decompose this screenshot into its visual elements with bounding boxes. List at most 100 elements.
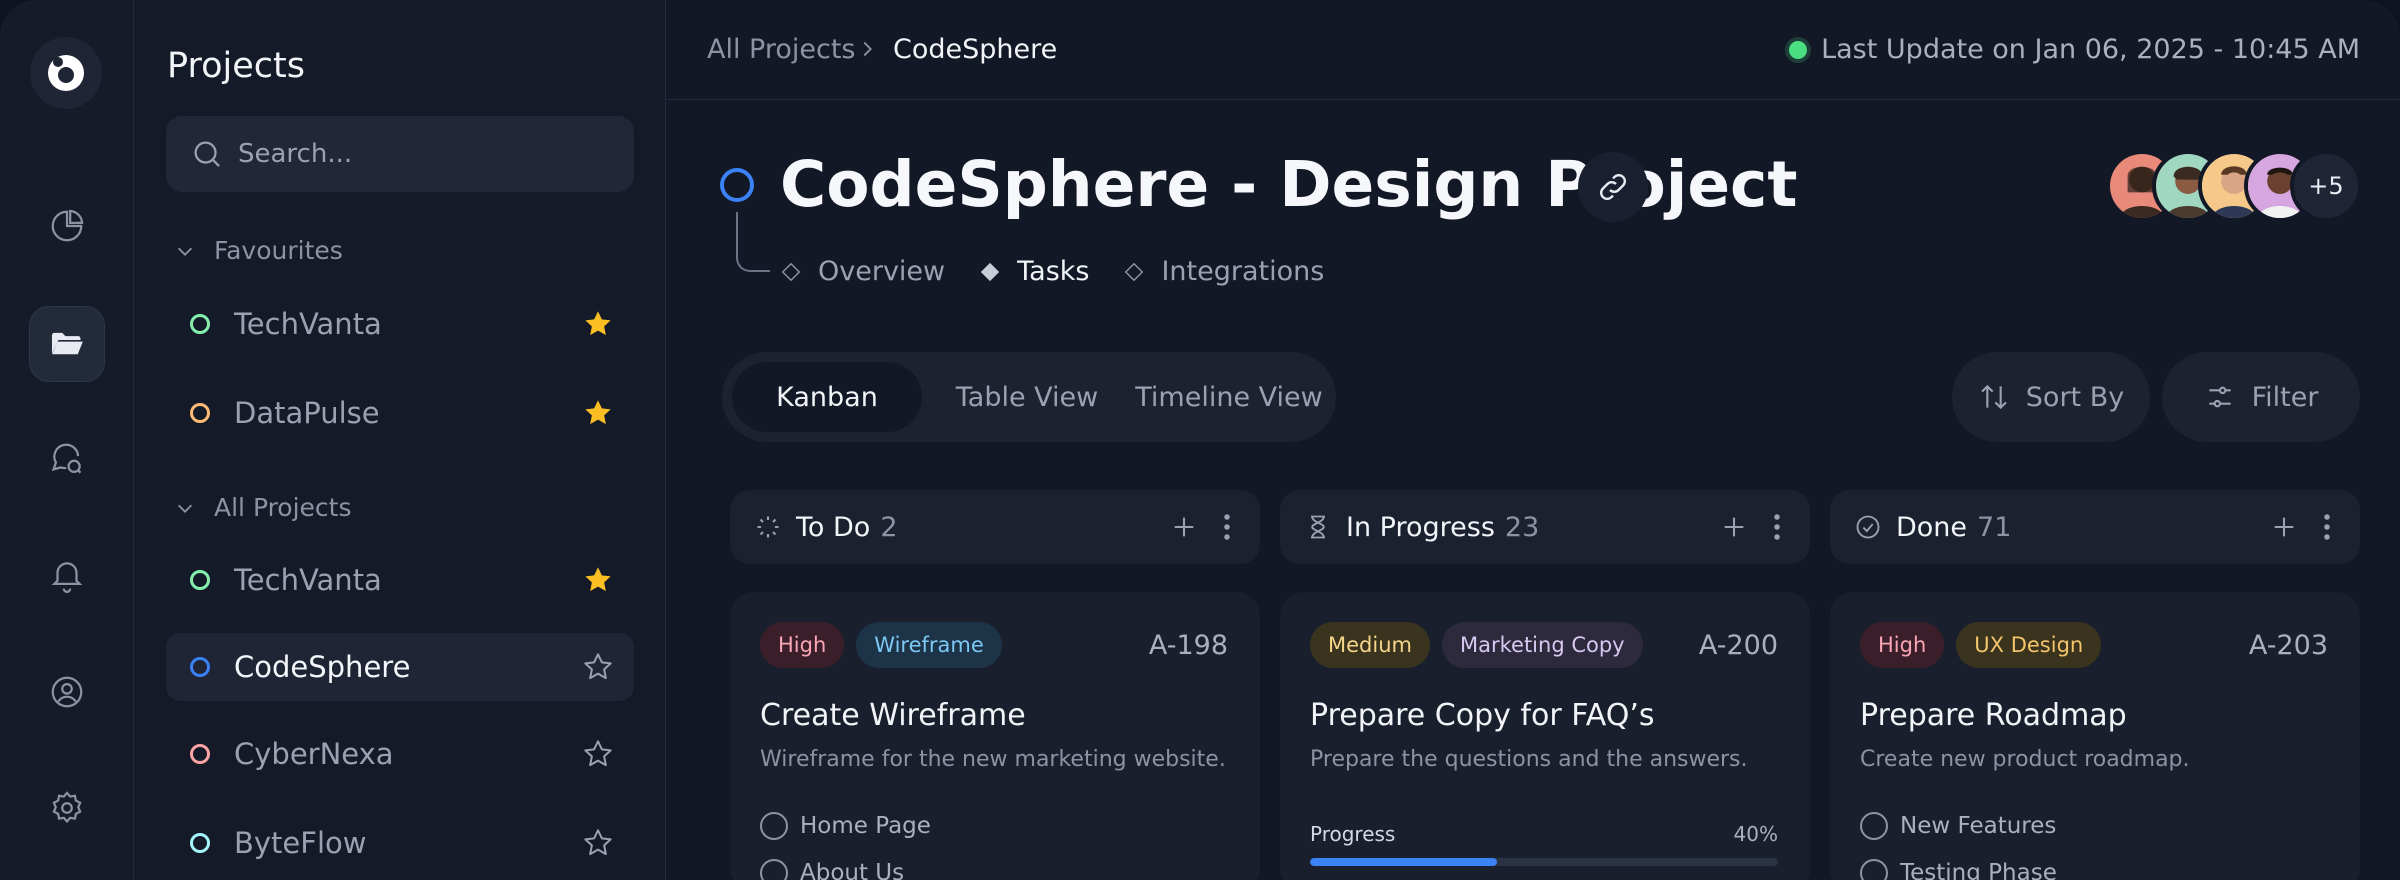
checklist-label: Testing Phase: [1900, 860, 2057, 880]
member-avatars[interactable]: +5: [2106, 150, 2362, 222]
more-members-badge[interactable]: +5: [2290, 150, 2362, 222]
project-item[interactable]: TechVanta: [166, 546, 634, 614]
more-vertical-icon[interactable]: [2322, 512, 2332, 542]
star-filled-icon[interactable]: [582, 564, 614, 596]
checklist-item[interactable]: Testing Phase: [1860, 859, 2057, 880]
tab-tasks[interactable]: Tasks: [979, 256, 1089, 287]
task-title: Prepare Copy for FAQ’s: [1310, 698, 1655, 733]
filter-button[interactable]: Filter: [2162, 352, 2360, 442]
task-tags: High Wireframe: [760, 622, 1014, 668]
column-name: In Progress: [1346, 511, 1495, 543]
column-count: 71: [1977, 511, 2012, 543]
checklist-item[interactable]: New Features: [1860, 812, 2056, 840]
project-item[interactable]: CodeSphere: [166, 633, 634, 701]
view-switcher: Kanban Table View Timeline View: [722, 352, 1336, 442]
project-item[interactable]: TechVanta: [166, 290, 634, 358]
project-name: CodeSphere: [234, 650, 411, 684]
progress-value: 40%: [1733, 822, 1778, 846]
task-title: Prepare Roadmap: [1860, 698, 2127, 733]
loader-icon: [757, 516, 779, 538]
task-description: Create new product roadmap.: [1860, 747, 2190, 772]
view-kanban[interactable]: Kanban: [732, 362, 922, 432]
more-vertical-icon[interactable]: [1222, 512, 1232, 542]
chevron-right-icon: [863, 41, 872, 57]
icon-rail: [0, 0, 134, 880]
copy-link-button[interactable]: [1578, 152, 1648, 222]
search-box[interactable]: [166, 116, 634, 192]
checklist-label: New Features: [1900, 813, 2057, 839]
tab-overview[interactable]: Overview: [780, 256, 945, 287]
breadcrumb-parent[interactable]: All Projects: [707, 34, 856, 65]
star-outline-icon[interactable]: [582, 827, 614, 859]
top-bar: All Projects CodeSphere Last Update on J…: [666, 0, 2400, 100]
more-vertical-icon[interactable]: [1772, 512, 1782, 542]
project-status-dot: [190, 403, 210, 423]
checkbox[interactable]: [760, 859, 788, 880]
check-circle-icon: [1856, 515, 1880, 539]
checklist-item[interactable]: About Us: [760, 859, 904, 880]
project-item[interactable]: CyberNexa: [166, 720, 634, 788]
task-id: A-200: [1698, 630, 1778, 661]
progress-bar: [1310, 858, 1778, 866]
checkbox[interactable]: [760, 812, 788, 840]
link-icon: [1600, 174, 1626, 200]
checkbox[interactable]: [1860, 812, 1888, 840]
project-status-dot: [190, 570, 210, 590]
project-status-dot: [190, 833, 210, 853]
star-outline-icon[interactable]: [582, 651, 614, 683]
all-projects-label: All Projects: [214, 493, 352, 522]
logo-icon[interactable]: [30, 37, 102, 109]
search-icon: [194, 141, 220, 167]
column-count: 2: [880, 511, 898, 543]
view-timeline[interactable]: Timeline View: [1132, 362, 1326, 432]
last-update-text: Last Update on Jan 06, 2025 - 10:45 AM: [1821, 34, 2360, 65]
column-count: 23: [1504, 511, 1540, 543]
project-item[interactable]: DataPulse: [166, 379, 634, 447]
task-description: Prepare the questions and the answers.: [1310, 747, 1748, 772]
task-tag: High: [760, 622, 845, 668]
column-name: Done: [1896, 511, 1968, 543]
project-name: TechVanta: [234, 563, 382, 597]
settings-icon[interactable]: [29, 770, 105, 846]
checkbox[interactable]: [1860, 859, 1888, 880]
search-input[interactable]: [238, 139, 618, 169]
task-card[interactable]: High Wireframe A-198 Create Wireframe Wirefr…: [730, 592, 1260, 880]
task-tag: Marketing Copy: [1441, 622, 1643, 668]
tab-label: Tasks: [1017, 256, 1090, 287]
chevron-down-icon: [177, 247, 193, 256]
tab-label: Integrations: [1161, 256, 1325, 287]
sort-label: Sort By: [2025, 381, 2125, 413]
add-task-icon[interactable]: [1720, 513, 1748, 541]
star-filled-icon[interactable]: [582, 308, 614, 340]
tab-integrations[interactable]: Integrations: [1123, 256, 1324, 287]
project-status-ring: [720, 168, 754, 202]
star-outline-icon[interactable]: [582, 738, 614, 770]
task-title: Create Wireframe: [760, 698, 1026, 733]
chevron-down-icon: [177, 504, 193, 513]
star-filled-icon[interactable]: [582, 397, 614, 429]
project-item[interactable]: ByteFlow: [166, 809, 634, 877]
task-tags: High UX Design: [1860, 622, 2113, 668]
task-tag: Medium: [1310, 622, 1430, 668]
folder-icon[interactable]: [29, 306, 105, 382]
task-card[interactable]: Medium Marketing Copy A-200 Prepare Copy fo…: [1280, 592, 1810, 880]
checklist-item[interactable]: Home Page: [760, 812, 931, 840]
progress-fill: [1310, 858, 1498, 866]
project-name: CyberNexa: [234, 737, 394, 771]
chat-icon[interactable]: [29, 422, 105, 498]
add-task-icon[interactable]: [1170, 513, 1198, 541]
column-header: To Do 2: [730, 490, 1260, 564]
user-icon[interactable]: [29, 654, 105, 730]
analytics-icon[interactable]: [29, 188, 105, 264]
bell-icon[interactable]: [29, 538, 105, 614]
sort-button[interactable]: Sort By: [1952, 352, 2150, 442]
project-status-dot: [190, 657, 210, 677]
checklist-label: About Us: [800, 860, 905, 880]
add-task-icon[interactable]: [2270, 513, 2298, 541]
view-table[interactable]: Table View: [932, 362, 1122, 432]
task-tag: High: [1860, 622, 1945, 668]
column-name: To Do: [796, 511, 871, 543]
task-card[interactable]: High UX Design A-203 Prepare Roadmap Create …: [1830, 592, 2360, 880]
all-projects-toggle[interactable]: All Projects: [174, 493, 352, 522]
favourites-toggle[interactable]: Favourites: [174, 236, 343, 265]
